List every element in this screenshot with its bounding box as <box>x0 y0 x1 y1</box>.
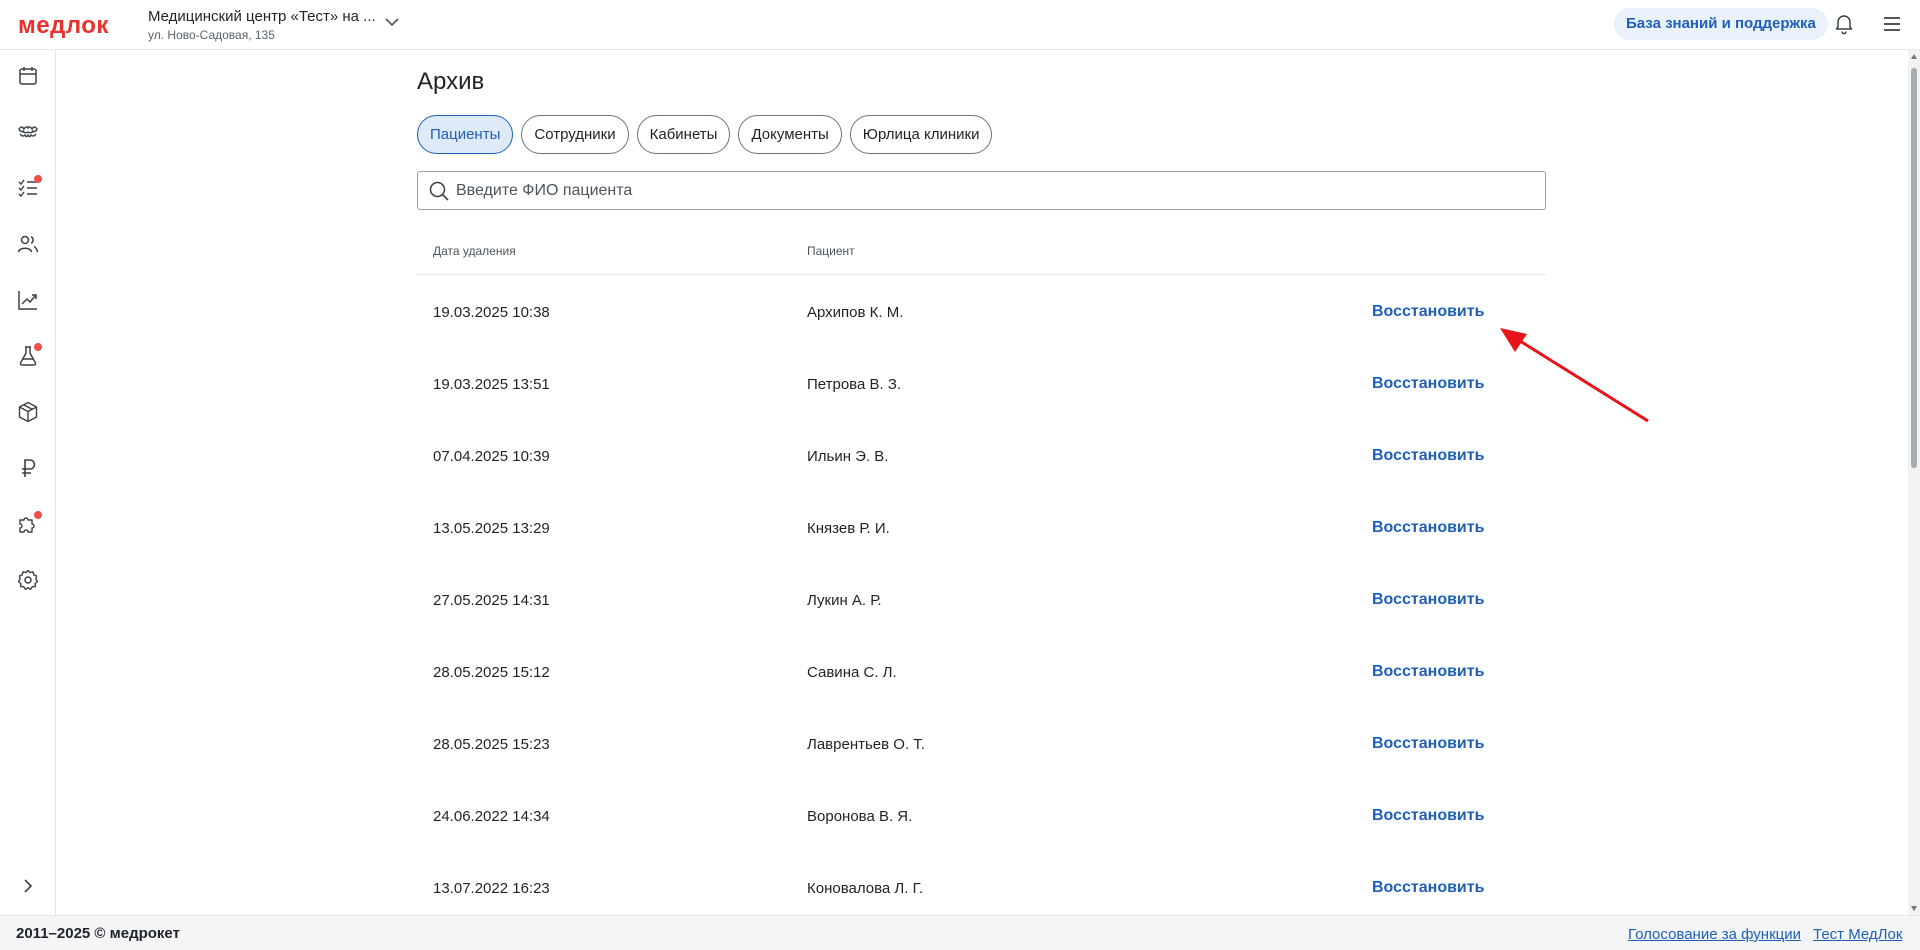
top-bar: медлок Медицинский центр «Тест» на ... у… <box>0 0 1920 50</box>
calendar-icon <box>19 67 37 85</box>
tooth-icon <box>18 126 38 138</box>
patient-name: Князев Р. И. <box>807 520 890 537</box>
page-scrollbar[interactable] <box>1908 50 1920 915</box>
sidebar-item-analytics[interactable] <box>14 286 42 314</box>
notification-badge <box>34 175 42 183</box>
chevron-right-icon[interactable] <box>18 876 38 896</box>
patient-name: Ильин Э. В. <box>807 448 889 465</box>
tab-cabinets[interactable]: Кабинеты <box>636 115 731 154</box>
gear-icon <box>17 569 39 591</box>
sidebar-item-settings[interactable] <box>14 566 42 594</box>
ruble-icon <box>22 459 36 477</box>
deletion-date: 28.05.2025 15:12 <box>433 664 550 681</box>
table-row: 24.06.2022 14:34 Воронова В. Я. Восстано… <box>417 779 1546 851</box>
table-row: 28.05.2025 15:12 Савина С. Л. Восстанови… <box>417 635 1546 707</box>
deletion-date: 19.03.2025 10:38 <box>433 304 550 321</box>
sidebar-item-finance[interactable] <box>14 454 42 482</box>
restore-button[interactable]: Восстановить <box>1372 663 1484 681</box>
restore-button[interactable]: Восстановить <box>1372 735 1484 753</box>
scroll-thumb[interactable] <box>1911 68 1917 468</box>
restore-button[interactable]: Восстановить <box>1372 807 1484 825</box>
column-header-date: Дата удаления <box>433 244 516 258</box>
chart-icon <box>18 291 37 310</box>
sidebar <box>0 50 56 915</box>
sidebar-item-integrations[interactable] <box>14 510 42 538</box>
column-header-patient: Пациент <box>807 244 855 258</box>
notification-badge <box>34 511 42 519</box>
users-icon <box>17 235 39 253</box>
restore-button[interactable]: Восстановить <box>1372 447 1484 465</box>
table-row: 19.03.2025 13:51 Петрова В. З. Восстанов… <box>417 347 1546 419</box>
scroll-down-arrow[interactable] <box>1911 906 1917 911</box>
patient-name: Савина С. Л. <box>807 664 897 681</box>
sidebar-item-laboratory[interactable] <box>14 342 42 370</box>
table-row: 27.05.2025 14:31 Лукин А. Р. Восстановит… <box>417 563 1546 635</box>
restore-button[interactable]: Восстановить <box>1372 591 1484 609</box>
deletion-date: 19.03.2025 13:51 <box>433 376 550 393</box>
table-row: 13.07.2022 16:23 Коновалова Л. Г. Восста… <box>417 851 1546 915</box>
table-header: Дата удаления Пациент <box>417 225 1546 275</box>
patient-name: Лукин А. Р. <box>807 592 882 609</box>
deletion-date: 13.05.2025 13:29 <box>433 520 550 537</box>
hamburger-menu-icon[interactable] <box>1880 12 1904 36</box>
clinic-address: ул. Ново-Садовая, 135 <box>148 28 275 42</box>
notification-badge <box>34 343 42 351</box>
medlok-logo[interactable]: медлок <box>18 12 109 40</box>
deletion-date: 28.05.2025 15:23 <box>433 736 550 753</box>
patient-search <box>417 171 1546 210</box>
restore-button[interactable]: Восстановить <box>1372 303 1484 321</box>
box-icon <box>18 401 38 423</box>
patient-name: Лаврентьев О. Т. <box>807 736 925 753</box>
archive-tabs: Пациенты Сотрудники Кабинеты Документы Ю… <box>417 115 993 154</box>
table-row: 19.03.2025 10:38 Архипов К. М. Восстанов… <box>417 275 1546 347</box>
deletion-date: 07.04.2025 10:39 <box>433 448 550 465</box>
sidebar-item-patients[interactable] <box>14 230 42 258</box>
sidebar-item-calendar[interactable] <box>14 62 42 90</box>
patient-name: Воронова В. Я. <box>807 808 913 825</box>
patient-name: Коновалова Л. Г. <box>807 880 924 897</box>
bell-icon[interactable] <box>1832 11 1856 35</box>
patient-name: Архипов К. М. <box>807 304 904 321</box>
sidebar-item-dentistry[interactable] <box>14 118 42 146</box>
page-title: Архив <box>417 68 485 95</box>
deletion-date: 24.06.2022 14:34 <box>433 808 550 825</box>
copyright: 2011–2025 © медрокет <box>16 925 180 942</box>
deletion-date: 27.05.2025 14:31 <box>433 592 550 609</box>
archive-table-body: 19.03.2025 10:38 Архипов К. М. Восстанов… <box>417 275 1546 915</box>
footer: 2011–2025 © медрокет Голосование за функ… <box>0 915 1920 950</box>
tab-patients[interactable]: Пациенты <box>417 115 514 154</box>
search-input[interactable] <box>456 181 1526 200</box>
restore-button[interactable]: Восстановить <box>1372 879 1484 897</box>
tab-documents[interactable]: Документы <box>738 115 842 154</box>
clinic-name: Медицинский центр «Тест» на ... <box>148 8 376 25</box>
knowledge-base-button[interactable]: База знаний и поддержка <box>1614 8 1828 40</box>
sidebar-item-warehouse[interactable] <box>14 398 42 426</box>
tab-legal-entities[interactable]: Юрлица клиники <box>849 115 993 154</box>
clinic-selector[interactable]: Медицинский центр «Тест» на ... ул. Ново… <box>148 8 376 42</box>
main-content: Архив Пациенты Сотрудники Кабинеты Докум… <box>56 50 1908 915</box>
feature-voting-link[interactable]: Голосование за функции <box>1628 926 1801 943</box>
test-medlok-link[interactable]: Тест МедЛок <box>1813 926 1902 943</box>
table-row: 28.05.2025 15:23 Лаврентьев О. Т. Восста… <box>417 707 1546 779</box>
scroll-up-arrow[interactable] <box>1911 54 1917 59</box>
sidebar-item-tasks[interactable] <box>14 174 42 202</box>
patient-name: Петрова В. З. <box>807 376 902 393</box>
table-row: 07.04.2025 10:39 Ильин Э. В. Восстановит… <box>417 419 1546 491</box>
chevron-down-icon[interactable] <box>384 14 400 30</box>
table-row: 13.05.2025 13:29 Князев Р. И. Восстанови… <box>417 491 1546 563</box>
restore-button[interactable]: Восстановить <box>1372 375 1484 393</box>
deletion-date: 13.07.2022 16:23 <box>433 880 550 897</box>
search-icon <box>429 181 449 201</box>
restore-button[interactable]: Восстановить <box>1372 519 1484 537</box>
tab-employees[interactable]: Сотрудники <box>521 115 629 154</box>
